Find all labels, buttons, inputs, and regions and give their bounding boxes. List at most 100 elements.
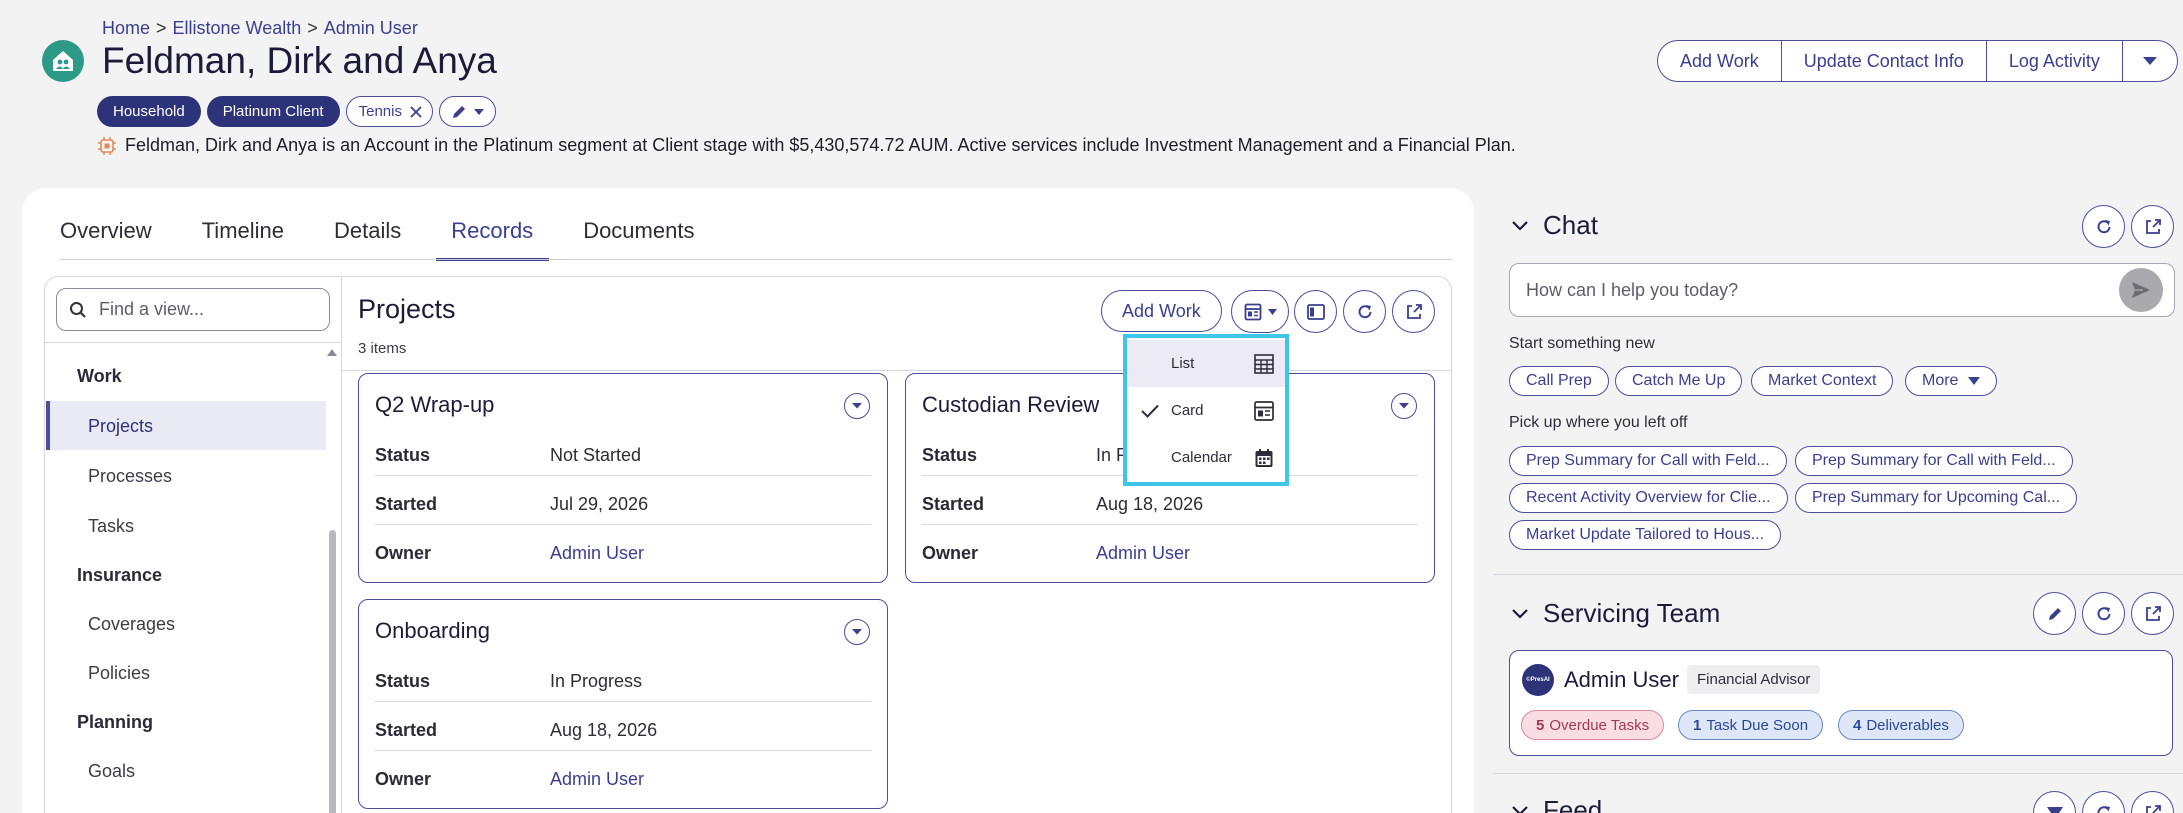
more-prompts-button[interactable]: More <box>1905 366 1998 396</box>
refresh-button[interactable] <box>1343 290 1386 333</box>
team-refresh-button[interactable] <box>2082 592 2125 635</box>
task-due-soon-badge[interactable]: 1 Task Due Soon <box>1678 710 1824 740</box>
recent-conversation[interactable]: Prep Summary for Call with Feld... <box>1795 446 2073 476</box>
send-button[interactable] <box>2119 268 2163 312</box>
team-edit-button[interactable] <box>2033 592 2076 635</box>
recent-conversation[interactable]: Recent Activity Overview for Clie... <box>1509 483 1788 513</box>
prompt-market-context[interactable]: Market Context <box>1751 366 1894 396</box>
add-work-button[interactable]: Add Work <box>1658 41 1782 81</box>
sidebar-scrollbar[interactable] <box>329 530 336 813</box>
chat-section-header[interactable]: Chat <box>1511 210 1598 241</box>
log-activity-button[interactable]: Log Activity <box>1987 41 2123 81</box>
menu-item-list[interactable]: List <box>1127 340 1285 387</box>
tab-details[interactable]: Details <box>334 218 401 260</box>
menu-item-card[interactable]: Card <box>1127 387 1285 434</box>
page-title: Feldman, Dirk and Anya <box>102 40 497 81</box>
sidebar-item-processes[interactable]: Processes <box>88 466 172 487</box>
breadcrumb-firm[interactable]: Ellistone Wealth <box>173 18 302 39</box>
feed-filter-button[interactable] <box>2033 791 2076 813</box>
menu-item-label: List <box>1171 355 1195 372</box>
status-label: Status <box>375 445 431 465</box>
tab-overview[interactable]: Overview <box>60 218 152 260</box>
feed-refresh-button[interactable] <box>2082 791 2125 813</box>
sidebar-group-planning: Planning <box>77 712 153 732</box>
sidebar-item-projects[interactable]: Projects <box>88 416 153 437</box>
row-divider <box>922 524 1418 525</box>
chat-input[interactable]: How can I help you today? <box>1509 263 2175 317</box>
sidebar-item-goals[interactable]: Goals <box>88 761 135 782</box>
prompt-catch-me-up[interactable]: Catch Me Up <box>1615 366 1743 396</box>
tab-records[interactable]: Records <box>436 218 550 261</box>
owner-link[interactable]: Admin User <box>550 769 644 790</box>
custom-tag-label: Tennis <box>358 103 402 120</box>
chat-open-external-button[interactable] <box>2131 205 2174 248</box>
card-menu-chevron-icon[interactable] <box>844 619 870 645</box>
chat-input-placeholder: How can I help you today? <box>1526 279 1739 300</box>
external-link-icon <box>2145 804 2161 813</box>
view-mode-button[interactable] <box>1231 290 1289 333</box>
recent-conversation[interactable]: Prep Summary for Call with Feld... <box>1509 446 1787 476</box>
remove-tag-icon[interactable] <box>410 105 422 118</box>
sidebar-group-work: Work <box>77 366 122 386</box>
caret-down-icon <box>474 108 485 115</box>
card-menu-chevron-icon[interactable] <box>844 393 870 419</box>
recent-conversation[interactable]: Market Update Tailored to Hous... <box>1509 520 1782 550</box>
client-tier-tag: Platinum Client <box>206 96 340 127</box>
filter-icon <box>2046 806 2063 813</box>
section-divider <box>1493 773 2183 774</box>
more-actions-button[interactable] <box>2123 41 2177 81</box>
breadcrumb: Home > Ellistone Wealth > Admin User <box>102 18 418 39</box>
caret-down-icon <box>2142 57 2157 65</box>
team-open-external-button[interactable] <box>2131 592 2174 635</box>
feed-open-external-button[interactable] <box>2131 791 2174 813</box>
update-contact-info-button[interactable]: Update Contact Info <box>1782 41 1987 81</box>
menu-item-calendar[interactable]: Calendar <box>1127 434 1285 481</box>
sidebar-item-tasks[interactable]: Tasks <box>88 516 134 537</box>
caret-down-icon <box>1968 377 1981 385</box>
scroll-up-arrow-icon[interactable] <box>327 348 337 356</box>
badge-label: Task Due Soon <box>1706 716 1809 734</box>
started-value: Aug 18, 2026 <box>550 720 658 740</box>
row-divider <box>375 750 871 751</box>
item-count: 3 items <box>358 340 407 357</box>
owner-label: Owner <box>375 543 432 563</box>
recent-conversation[interactable]: Prep Summary for Upcoming Cal... <box>1795 483 2078 513</box>
card-menu-chevron-icon[interactable] <box>1391 393 1417 419</box>
feed-title: Feed <box>1543 795 1603 813</box>
card-view-icon <box>1244 303 1261 320</box>
breadcrumb-home[interactable]: Home <box>102 18 150 39</box>
breadcrumb-user[interactable]: Admin User <box>324 18 418 39</box>
prompt-call-prep[interactable]: Call Prep <box>1509 366 1609 396</box>
tab-documents[interactable]: Documents <box>583 218 694 260</box>
sidebar-item-coverages[interactable]: Coverages <box>88 614 175 635</box>
view-search-input[interactable] <box>99 299 299 320</box>
toggle-panel-button[interactable] <box>1294 290 1337 333</box>
started-label: Started <box>922 494 985 514</box>
started-label: Started <box>375 494 438 514</box>
feed-section-header[interactable]: Feed <box>1511 795 1602 813</box>
overdue-tasks-badge[interactable]: 5 Overdue Tasks <box>1521 710 1665 740</box>
servicing-team-header[interactable]: Servicing Team <box>1511 598 1720 629</box>
team-member-card <box>1509 650 2173 756</box>
owner-link[interactable]: Admin User <box>1096 543 1190 564</box>
tab-timeline[interactable]: Timeline <box>202 218 284 260</box>
custom-tag: Tennis <box>345 96 433 127</box>
project-card-title[interactable]: Onboarding <box>375 618 490 644</box>
chat-refresh-button[interactable] <box>2082 205 2125 248</box>
team-member-name[interactable]: Admin User <box>1564 667 1679 693</box>
header-actions: Add Work Update Contact Info Log Activit… <box>1657 40 2178 82</box>
owner-link[interactable]: Admin User <box>550 543 644 564</box>
project-card-title[interactable]: Q2 Wrap-up <box>375 392 494 418</box>
menu-item-label: Card <box>1171 402 1204 419</box>
edit-tags-button[interactable] <box>438 96 496 127</box>
project-card-title[interactable]: Custodian Review <box>922 392 1099 418</box>
deliverables-badge[interactable]: 4 Deliverables <box>1838 710 1964 740</box>
started-label: Started <box>375 720 438 740</box>
open-external-button[interactable] <box>1392 290 1435 333</box>
household-logo-icon <box>42 40 84 82</box>
ai-chip-icon <box>98 136 116 155</box>
status-value: In Progress <box>550 671 643 691</box>
more-prompts-label: More <box>1922 372 1959 389</box>
add-work-button[interactable]: Add Work <box>1101 290 1222 332</box>
sidebar-item-policies[interactable]: Policies <box>88 663 150 684</box>
